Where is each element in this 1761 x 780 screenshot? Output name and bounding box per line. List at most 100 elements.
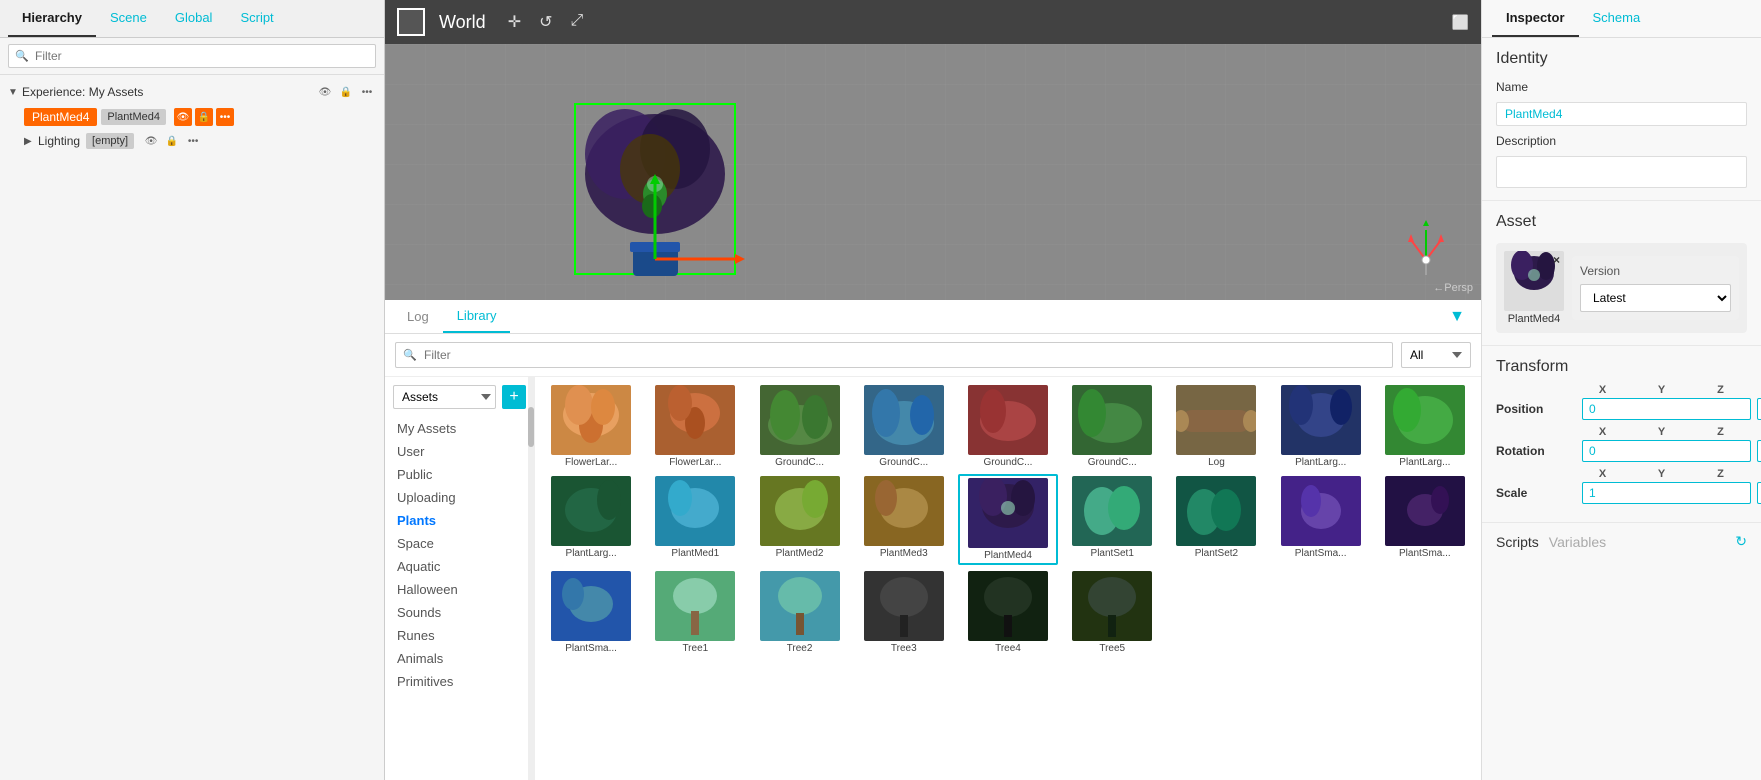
asset-item-tree3[interactable]: Tree3 bbox=[854, 569, 954, 656]
position-y-input[interactable] bbox=[1757, 398, 1761, 420]
scale-icon[interactable]: ⤢ bbox=[571, 12, 584, 32]
category-plants[interactable]: Plants bbox=[385, 509, 534, 532]
tab-schema[interactable]: Schema bbox=[1579, 0, 1655, 37]
tree-arrow-experience: ▼ bbox=[8, 87, 22, 98]
asset-item-flowerlar2[interactable]: FlowerLar... bbox=[645, 383, 745, 470]
asset-label: PlantLarg... bbox=[1399, 457, 1450, 468]
asset-item-plantsma1[interactable]: PlantSma... bbox=[1271, 474, 1371, 565]
eye-icon[interactable]: 👁 bbox=[316, 83, 334, 101]
category-uploading[interactable]: Uploading bbox=[385, 486, 534, 509]
lock-icon[interactable]: 🔒 bbox=[337, 83, 355, 101]
library-search-row: 🔍 All bbox=[385, 334, 1481, 377]
asset-label: GroundC... bbox=[1088, 457, 1137, 468]
asset-card-close-btn[interactable]: × bbox=[1553, 253, 1560, 267]
scripts-row: Scripts Variables ↻ bbox=[1482, 523, 1761, 560]
asset-item-groundc4[interactable]: GroundC... bbox=[1062, 383, 1162, 470]
category-primitives[interactable]: Primitives bbox=[385, 670, 534, 693]
move-icon[interactable]: ✛ bbox=[508, 12, 521, 32]
asset-item-plantlarg1[interactable]: PlantLarg... bbox=[1271, 383, 1371, 470]
category-sounds[interactable]: Sounds bbox=[385, 601, 534, 624]
asset-item-flowerlar1[interactable]: FlowerLar... bbox=[541, 383, 641, 470]
rotate-icon[interactable]: ↺ bbox=[539, 12, 552, 32]
tab-script[interactable]: Script bbox=[226, 0, 287, 37]
version-select[interactable]: Latest bbox=[1580, 284, 1731, 312]
asset-item-plantsma2[interactable]: PlantSma... bbox=[1375, 474, 1475, 565]
plantmed4-selected-label: PlantMed4 bbox=[24, 108, 97, 126]
asset-label: PlantMed4 bbox=[984, 550, 1032, 561]
name-input[interactable] bbox=[1496, 102, 1747, 126]
eye-icon-lighting[interactable]: 👁 bbox=[142, 132, 160, 150]
persp-label: ←Persp bbox=[1433, 282, 1473, 294]
tab-scene[interactable]: Scene bbox=[96, 0, 161, 37]
asset-item-plantmed1[interactable]: PlantMed1 bbox=[645, 474, 745, 565]
library-panel: Log Library ▼ 🔍 All Assets + bbox=[385, 300, 1481, 780]
asset-item-groundc3[interactable]: GroundC... bbox=[958, 383, 1058, 470]
tab-global[interactable]: Global bbox=[161, 0, 227, 37]
asset-item-groundc1[interactable]: GroundC... bbox=[749, 383, 849, 470]
asset-label: Tree4 bbox=[995, 643, 1021, 654]
scripts-label: Scripts bbox=[1496, 534, 1539, 550]
desc-input[interactable] bbox=[1496, 156, 1747, 188]
asset-item-tree4[interactable]: Tree4 bbox=[958, 569, 1058, 656]
asset-item-plantmed4[interactable]: PlantMed4 bbox=[958, 474, 1058, 565]
asset-card-thumbnail: × bbox=[1504, 251, 1564, 311]
tab-log[interactable]: Log bbox=[393, 301, 443, 332]
category-my-assets[interactable]: My Assets bbox=[385, 417, 534, 440]
asset-card-name: PlantMed4 bbox=[1504, 313, 1564, 325]
assets-dropdown[interactable]: Assets bbox=[393, 385, 496, 409]
asset-item-plantsma3[interactable]: PlantSma... bbox=[541, 569, 641, 656]
tree-item-lighting[interactable]: ▶ Lighting [empty] 👁 🔒 ••• bbox=[0, 129, 384, 153]
asset-item-groundc2[interactable]: GroundC... bbox=[854, 383, 954, 470]
scale-x-input[interactable] bbox=[1582, 482, 1751, 504]
asset-grid: FlowerLar... FlowerLar... GroundC... bbox=[535, 377, 1481, 780]
fullscreen-icon[interactable]: ⬜ bbox=[1452, 14, 1469, 31]
asset-item-tree1[interactable]: Tree1 bbox=[645, 569, 745, 656]
category-space[interactable]: Space bbox=[385, 532, 534, 555]
more-icon[interactable]: ••• bbox=[358, 83, 376, 101]
lock-icon-lighting[interactable]: 🔒 bbox=[163, 132, 181, 150]
tree-label-experience: Experience: My Assets bbox=[22, 85, 312, 99]
tab-library[interactable]: Library bbox=[443, 300, 511, 333]
asset-item-plantset2[interactable]: PlantSet2 bbox=[1166, 474, 1266, 565]
category-halloween[interactable]: Halloween bbox=[385, 578, 534, 601]
asset-item-tree2[interactable]: Tree2 bbox=[749, 569, 849, 656]
tab-hierarchy[interactable]: Hierarchy bbox=[8, 0, 96, 37]
category-aquatic[interactable]: Aquatic bbox=[385, 555, 534, 578]
hierarchy-tree: ▼ Experience: My Assets 👁 🔒 ••• PlantMed… bbox=[0, 75, 384, 780]
library-filter-input[interactable] bbox=[395, 342, 1393, 368]
scale-y-input[interactable] bbox=[1757, 482, 1761, 504]
x-header-2: X bbox=[1576, 426, 1629, 438]
position-inputs bbox=[1582, 398, 1761, 420]
asset-item-plantlarg3[interactable]: PlantLarg... bbox=[541, 474, 641, 565]
asset-item-log[interactable]: Log bbox=[1166, 383, 1266, 470]
add-asset-button[interactable]: + bbox=[502, 385, 526, 409]
refresh-icon[interactable]: ↻ bbox=[1735, 533, 1747, 550]
search-wrapper: 🔍 bbox=[8, 44, 376, 68]
tree-arrow-lighting: ▶ bbox=[24, 136, 38, 147]
library-expand-btn[interactable]: ▼ bbox=[1441, 304, 1473, 330]
rotation-y-input[interactable] bbox=[1757, 440, 1761, 462]
eye-icon-selected[interactable]: 👁 bbox=[174, 108, 192, 126]
lock-icon-selected[interactable]: 🔒 bbox=[195, 108, 213, 126]
asset-item-plantlarg2[interactable]: PlantLarg... bbox=[1375, 383, 1475, 470]
category-public[interactable]: Public bbox=[385, 463, 534, 486]
library-filter-select[interactable]: All bbox=[1401, 342, 1471, 368]
tree-item-plantmed4[interactable]: PlantMed4 PlantMed4 👁 🔒 ••• bbox=[0, 105, 384, 129]
asset-item-plantset1[interactable]: PlantSet1 bbox=[1062, 474, 1162, 565]
lighting-tag: [empty] bbox=[86, 133, 134, 149]
category-animals[interactable]: Animals bbox=[385, 647, 534, 670]
position-x-input[interactable] bbox=[1582, 398, 1751, 420]
tree-item-experience[interactable]: ▼ Experience: My Assets 👁 🔒 ••• bbox=[0, 79, 384, 105]
rotation-x-input[interactable] bbox=[1582, 440, 1751, 462]
asset-item-plantmed3[interactable]: PlantMed3 bbox=[854, 474, 954, 565]
category-runes[interactable]: Runes bbox=[385, 624, 534, 647]
viewport-square-icon[interactable] bbox=[397, 8, 425, 36]
center-panel: World ✛ ↺ ⤢ ⬜ bbox=[385, 0, 1481, 780]
asset-item-plantmed2[interactable]: PlantMed2 bbox=[749, 474, 849, 565]
more-icon-lighting[interactable]: ••• bbox=[184, 132, 202, 150]
category-user[interactable]: User bbox=[385, 440, 534, 463]
tab-inspector[interactable]: Inspector bbox=[1492, 0, 1579, 37]
asset-item-tree5[interactable]: Tree5 bbox=[1062, 569, 1162, 656]
hierarchy-filter-input[interactable] bbox=[8, 44, 376, 68]
more-icon-selected[interactable]: ••• bbox=[216, 108, 234, 126]
